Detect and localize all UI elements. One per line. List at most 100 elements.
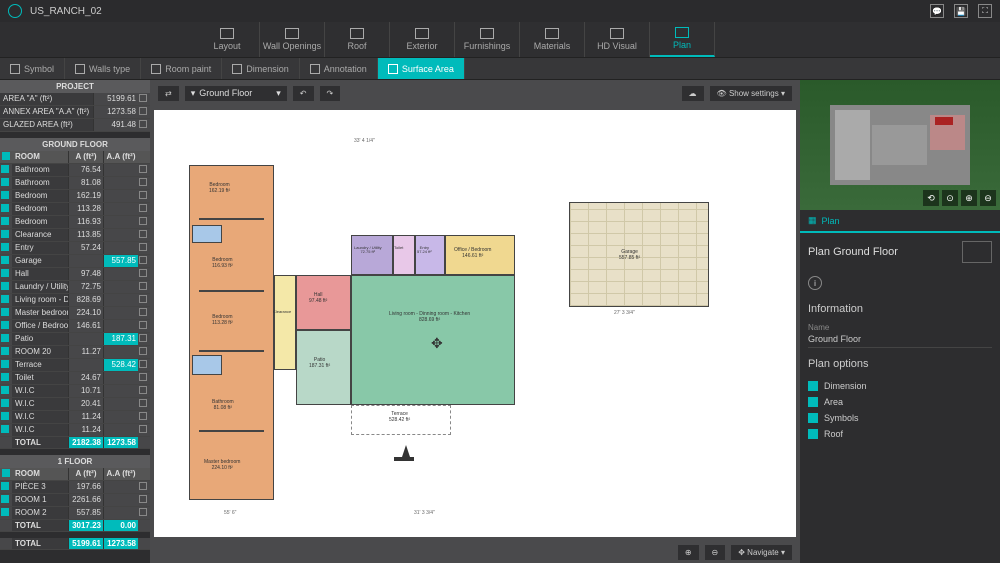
row-end-checkbox[interactable]	[139, 191, 147, 199]
zoom-out-button[interactable]: ⊖	[705, 545, 726, 560]
undo-button[interactable]: ↶	[293, 86, 314, 101]
row-end-checkbox[interactable]	[139, 165, 147, 173]
row-checkbox[interactable]	[1, 191, 9, 199]
room-row[interactable]: Patio187.31	[0, 333, 150, 346]
room-row[interactable]: Bathroom76.54	[0, 164, 150, 177]
option-checkbox[interactable]	[808, 413, 818, 423]
plan-option[interactable]: Roof	[808, 426, 992, 442]
info-icon[interactable]: i	[808, 276, 822, 290]
room-row[interactable]: Bedroom113.28	[0, 203, 150, 216]
subtab-walls-type[interactable]: Walls type	[65, 58, 141, 79]
row-end-checkbox[interactable]	[139, 508, 147, 516]
row-end-checkbox[interactable]	[139, 217, 147, 225]
floor-plan-canvas[interactable]: Bedroom162.19 ft² Bedroom116.93 ft² Bedr…	[154, 110, 796, 537]
room-row[interactable]: Office / Bedroom146.61	[0, 320, 150, 333]
zoom-in-button[interactable]: ⊕	[678, 545, 699, 560]
subtab-room-paint[interactable]: Room paint	[141, 58, 222, 79]
f1-header-checkbox[interactable]	[2, 469, 10, 477]
floor-selector[interactable]: ▾Ground Floor▾	[185, 86, 287, 101]
row-end-checkbox[interactable]	[139, 321, 147, 329]
center-marker-icon[interactable]: ✥	[431, 335, 443, 352]
room-row[interactable]: W.I.C10.71	[0, 385, 150, 398]
room-row[interactable]: Master bedroom224.10	[0, 307, 150, 320]
row-checkbox[interactable]	[1, 425, 9, 433]
room-row[interactable]: Living room - Dinning room - Kitchen828.…	[0, 294, 150, 307]
tab-hd-visual[interactable]: HD Visual	[585, 22, 650, 57]
row-checkbox[interactable]	[1, 386, 9, 394]
room-row[interactable]: Bathroom81.08	[0, 177, 150, 190]
preview-zoom-in-icon[interactable]: ⊕	[961, 190, 977, 206]
room-row[interactable]: W.I.C11.24	[0, 411, 150, 424]
row-checkbox[interactable]	[1, 165, 9, 173]
row-end-checkbox[interactable]	[139, 386, 147, 394]
row-checkbox[interactable]	[1, 412, 9, 420]
cloud-button[interactable]: ☁	[682, 86, 704, 101]
row-checkbox[interactable]	[1, 373, 9, 381]
row-checkbox[interactable]	[1, 269, 9, 277]
plan-option[interactable]: Area	[808, 394, 992, 410]
row-checkbox[interactable]	[1, 282, 9, 290]
row-end-checkbox[interactable]	[139, 295, 147, 303]
room-row[interactable]: Clearance113.85	[0, 229, 150, 242]
option-checkbox[interactable]	[808, 397, 818, 407]
row-end-checkbox[interactable]	[139, 178, 147, 186]
subtab-symbol[interactable]: Symbol	[0, 58, 65, 79]
gf-header-checkbox[interactable]	[2, 152, 10, 160]
row-end-checkbox[interactable]	[139, 482, 147, 490]
room-row[interactable]: ROOM 2011.27	[0, 346, 150, 359]
room-row[interactable]: Bedroom116.93	[0, 216, 150, 229]
row-checkbox[interactable]	[139, 107, 147, 115]
row-checkbox[interactable]	[1, 230, 9, 238]
row-checkbox[interactable]	[1, 360, 9, 368]
row-checkbox[interactable]	[1, 482, 9, 490]
row-end-checkbox[interactable]	[139, 308, 147, 316]
tab-plan[interactable]: Plan	[650, 22, 715, 57]
row-end-checkbox[interactable]	[139, 204, 147, 212]
save-icon[interactable]: 💾	[954, 4, 968, 18]
row-end-checkbox[interactable]	[139, 243, 147, 251]
show-settings-button[interactable]: 👁 Show settings ▾	[710, 86, 792, 101]
row-checkbox[interactable]	[1, 508, 9, 516]
option-checkbox[interactable]	[808, 429, 818, 439]
row-end-checkbox[interactable]	[139, 256, 147, 264]
redo-button[interactable]: ↷	[320, 86, 341, 101]
tab-layout[interactable]: Layout	[195, 22, 260, 57]
row-end-checkbox[interactable]	[139, 399, 147, 407]
room-row[interactable]: Bedroom162.19	[0, 190, 150, 203]
subtab-surface-area[interactable]: Surface Area	[378, 58, 465, 79]
tab-furnishings[interactable]: Furnishings	[455, 22, 520, 57]
room-row[interactable]: W.I.C20.41	[0, 398, 150, 411]
room-row[interactable]: Garage557.85	[0, 255, 150, 268]
room-row[interactable]: ROOM 12261.66	[0, 494, 150, 507]
row-end-checkbox[interactable]	[139, 347, 147, 355]
subtab-annotation[interactable]: Annotation	[300, 58, 378, 79]
room-row[interactable]: Hall97.48	[0, 268, 150, 281]
row-end-checkbox[interactable]	[139, 425, 147, 433]
room-row[interactable]: Terrace528.42	[0, 359, 150, 372]
subtab-dimension[interactable]: Dimension	[222, 58, 300, 79]
row-checkbox[interactable]	[1, 308, 9, 316]
preview-3d[interactable]: ⟲ ⊙ ⊕ ⊖	[800, 80, 1000, 210]
row-end-checkbox[interactable]	[139, 230, 147, 238]
row-checkbox[interactable]	[1, 334, 9, 342]
plan-option[interactable]: Dimension	[808, 378, 992, 394]
room-row[interactable]: PIÈCE 3197.66	[0, 481, 150, 494]
room-row[interactable]: Laundry / Utility72.75	[0, 281, 150, 294]
room-row[interactable]: W.I.C11.24	[0, 424, 150, 437]
row-end-checkbox[interactable]	[139, 495, 147, 503]
row-checkbox[interactable]	[1, 217, 9, 225]
row-checkbox[interactable]	[139, 120, 147, 128]
plan-name-field[interactable]: Ground Floor	[808, 334, 992, 348]
plan-option[interactable]: Symbols	[808, 410, 992, 426]
tab-roof[interactable]: Roof	[325, 22, 390, 57]
row-checkbox[interactable]	[1, 495, 9, 503]
row-end-checkbox[interactable]	[139, 282, 147, 290]
row-checkbox[interactable]	[1, 399, 9, 407]
preview-compass-icon[interactable]: ⊙	[942, 190, 958, 206]
row-checkbox[interactable]	[1, 321, 9, 329]
row-end-checkbox[interactable]	[139, 360, 147, 368]
tab-exterior[interactable]: Exterior	[390, 22, 455, 57]
preview-zoom-out-icon[interactable]: ⊖	[980, 190, 996, 206]
row-end-checkbox[interactable]	[139, 334, 147, 342]
fullscreen-icon[interactable]: ⛶	[978, 4, 992, 18]
